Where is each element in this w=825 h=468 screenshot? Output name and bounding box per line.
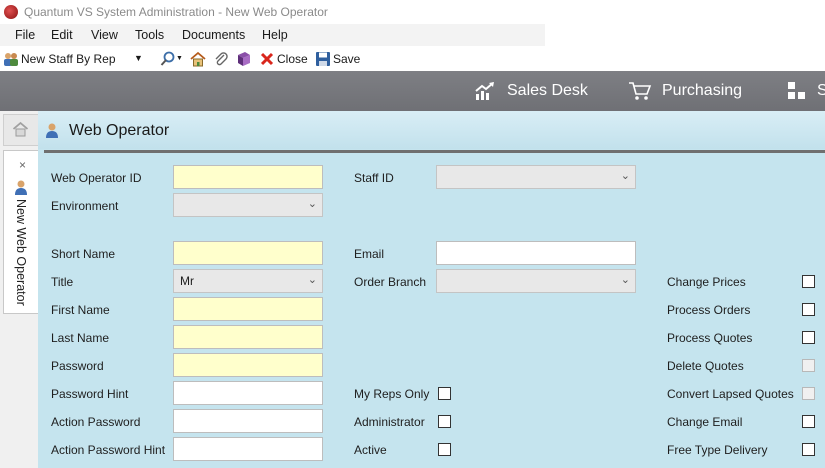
menu-view[interactable]: View xyxy=(91,28,118,42)
users-icon xyxy=(4,53,18,66)
password-hint-field[interactable] xyxy=(173,381,323,405)
home-icon xyxy=(12,121,29,137)
close-icon[interactable] xyxy=(259,51,275,67)
chevron-down-icon: ⌄ xyxy=(620,170,630,182)
process-quotes-label: Process Quotes xyxy=(667,331,753,345)
menu-documents[interactable]: Documents xyxy=(182,28,245,42)
last-name-field[interactable] xyxy=(173,325,323,349)
change-prices-label: Change Prices xyxy=(667,275,746,289)
environment-select[interactable]: ⌄ xyxy=(173,193,323,217)
module-bar: Sales Desk Purchasing S xyxy=(0,71,825,111)
close-tab-icon[interactable]: × xyxy=(19,158,26,172)
web-operator-id-field[interactable] xyxy=(173,165,323,189)
staff-id-label: Staff ID xyxy=(354,171,394,185)
module-third[interactable]: S xyxy=(787,81,825,101)
app-logo-icon xyxy=(4,5,18,19)
module-sales-desk[interactable]: Sales Desk xyxy=(474,81,594,101)
process-orders-checkbox[interactable] xyxy=(802,303,815,316)
staff-id-select[interactable]: ⌄ xyxy=(436,165,636,189)
delete-quotes-label: Delete Quotes xyxy=(667,359,744,373)
home-tab[interactable] xyxy=(3,114,39,146)
short-name-label: Short Name xyxy=(51,247,116,261)
user-icon xyxy=(46,123,58,138)
module-purchasing[interactable]: Purchasing xyxy=(628,81,753,101)
convert-lapsed-quotes-label: Convert Lapsed Quotes xyxy=(667,387,794,401)
new-staff-by-rep-button[interactable]: New Staff By Rep xyxy=(21,52,116,66)
toolbar: New Staff By Rep ▼ ▼ Close Save xyxy=(0,46,825,71)
save-icon[interactable] xyxy=(315,51,331,67)
document-tab-label: New Web Operator xyxy=(14,199,28,306)
change-prices-checkbox[interactable] xyxy=(802,275,815,288)
header-divider xyxy=(44,150,825,153)
chevron-down-icon: ⌄ xyxy=(307,274,317,286)
my-reps-only-label: My Reps Only xyxy=(354,387,430,401)
sales-desk-label: Sales Desk xyxy=(507,82,588,99)
chevron-down-icon[interactable]: ▼ xyxy=(134,53,143,63)
menu-help[interactable]: Help xyxy=(262,28,288,42)
change-email-checkbox[interactable] xyxy=(802,415,815,428)
menu-edit[interactable]: Edit xyxy=(51,28,73,42)
action-password-label: Action Password xyxy=(51,415,141,429)
menu-tools[interactable]: Tools xyxy=(135,28,164,42)
free-type-delivery-label: Free Type Delivery xyxy=(667,443,768,457)
panel-title: Web Operator xyxy=(69,122,170,139)
process-quotes-checkbox[interactable] xyxy=(802,331,815,344)
email-label: Email xyxy=(354,247,385,261)
close-button[interactable]: Close xyxy=(277,52,308,66)
title-label: Title xyxy=(51,275,74,289)
window-title: Quantum VS System Administration - New W… xyxy=(24,5,328,19)
search-dropdown-icon[interactable]: ▼ xyxy=(176,55,183,62)
password-hint-label: Password Hint xyxy=(51,387,129,401)
environment-label: Environment xyxy=(51,199,119,213)
order-branch-select[interactable]: ⌄ xyxy=(436,269,636,293)
module-third-label: S xyxy=(817,82,825,99)
action-password-hint-field[interactable] xyxy=(173,437,323,461)
book-icon[interactable] xyxy=(236,51,252,67)
short-name-field[interactable] xyxy=(173,241,323,265)
document-tab-new-web-operator[interactable]: × New Web Operator xyxy=(3,150,38,314)
chevron-down-icon: ⌄ xyxy=(307,198,317,210)
save-button[interactable]: Save xyxy=(333,52,360,66)
last-name-label: Last Name xyxy=(51,331,110,345)
action-password-field[interactable] xyxy=(173,409,323,433)
menu-bar: File Edit View Tools Documents Help xyxy=(0,24,545,46)
chart-trend-icon xyxy=(475,82,494,100)
home-icon[interactable] xyxy=(190,51,206,67)
order-branch-label: Order Branch xyxy=(354,275,427,289)
email-field[interactable] xyxy=(436,241,636,265)
web-operator-id-label: Web Operator ID xyxy=(51,171,142,185)
password-label: Password xyxy=(51,359,104,373)
grid-icon xyxy=(788,82,805,99)
menu-file[interactable]: File xyxy=(15,28,35,42)
user-icon xyxy=(15,180,27,195)
administrator-label: Administrator xyxy=(354,415,425,429)
active-label: Active xyxy=(354,443,387,457)
password-field[interactable] xyxy=(173,353,323,377)
convert-lapsed-quotes-checkbox xyxy=(802,387,815,400)
title-bar: Quantum VS System Administration - New W… xyxy=(0,0,825,24)
process-orders-label: Process Orders xyxy=(667,303,751,317)
action-password-hint-label: Action Password Hint xyxy=(51,443,166,457)
delete-quotes-checkbox xyxy=(802,359,815,372)
my-reps-only-checkbox[interactable] xyxy=(438,387,451,400)
first-name-label: First Name xyxy=(51,303,110,317)
administrator-checkbox[interactable] xyxy=(438,415,451,428)
chevron-down-icon: ⌄ xyxy=(620,274,630,286)
free-type-delivery-checkbox[interactable] xyxy=(802,443,815,456)
first-name-field[interactable] xyxy=(173,297,323,321)
change-email-label: Change Email xyxy=(667,415,743,429)
active-checkbox[interactable] xyxy=(438,443,451,456)
title-select[interactable]: Mr ⌄ xyxy=(173,269,323,293)
search-icon[interactable] xyxy=(160,51,176,67)
paperclip-icon[interactable] xyxy=(213,51,229,67)
cart-icon xyxy=(629,82,652,100)
purchasing-label: Purchasing xyxy=(662,82,743,99)
